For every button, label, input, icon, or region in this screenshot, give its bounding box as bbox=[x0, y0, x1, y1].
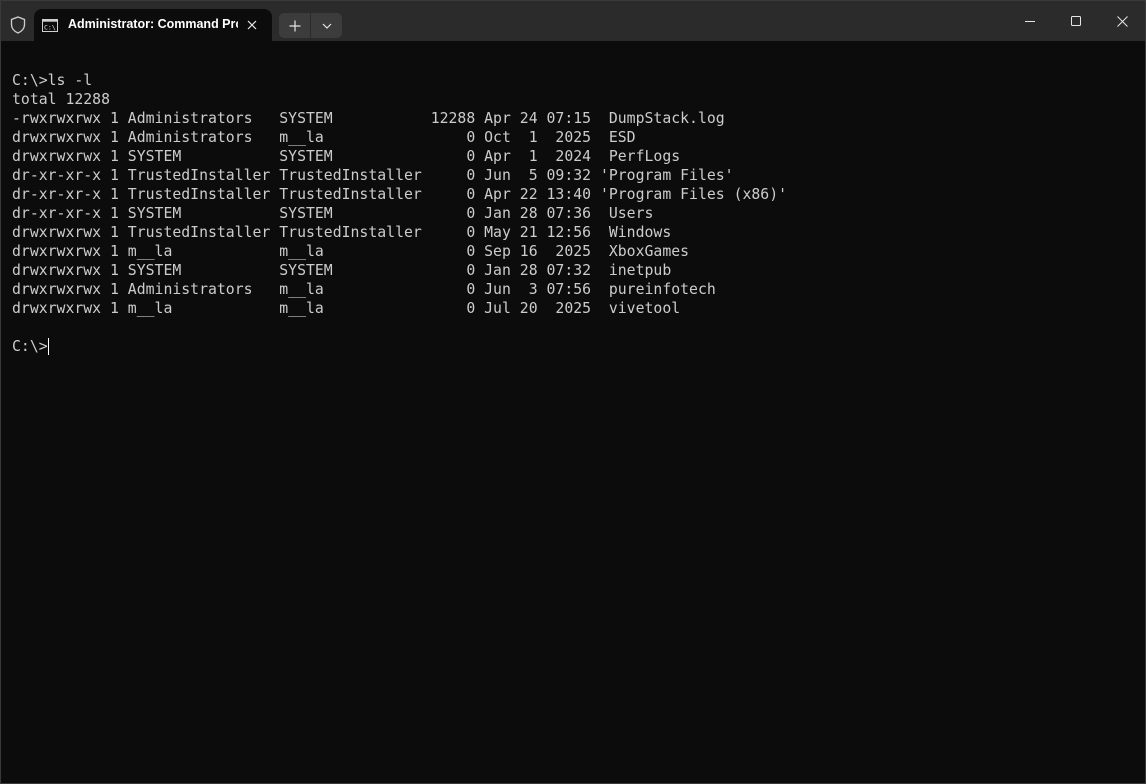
maximize-button[interactable] bbox=[1053, 1, 1099, 41]
tab-dropdown-button[interactable] bbox=[311, 13, 342, 38]
command-prompt-icon: C:\ bbox=[42, 19, 58, 32]
close-icon bbox=[247, 20, 257, 30]
terminal-line: drwxrwxrwx 1 m__la m__la 0 Sep 16 2025 X… bbox=[12, 243, 690, 260]
tab-actions bbox=[279, 13, 342, 38]
window-controls bbox=[1007, 1, 1145, 41]
plus-icon bbox=[289, 20, 300, 31]
terminal-output[interactable]: C:\>ls -l total 12288 -rwxrwxrwx 1 Admin… bbox=[12, 71, 1132, 771]
svg-text:C:\: C:\ bbox=[44, 24, 56, 32]
terminal-line: C:\>ls -l bbox=[12, 72, 93, 89]
tab-title: Administrator: Command Pro bbox=[68, 17, 238, 31]
title-bar[interactable]: C:\ Administrator: Command Pro bbox=[1, 1, 1145, 41]
terminal-line: drwxrwxrwx 1 TrustedInstaller TrustedIns… bbox=[12, 224, 672, 241]
close-tab-button[interactable] bbox=[242, 15, 262, 35]
minimize-button[interactable] bbox=[1007, 1, 1053, 41]
tab-command-prompt[interactable]: C:\ Administrator: Command Pro bbox=[34, 9, 272, 41]
terminal-line: drwxrwxrwx 1 SYSTEM SYSTEM 0 Apr 1 2024 … bbox=[12, 148, 681, 165]
terminal-line: drwxrwxrwx 1 Administrators m__la 0 Oct … bbox=[12, 129, 636, 146]
terminal-line: total 12288 bbox=[12, 91, 110, 108]
terminal-line: -rwxrwxrwx 1 Administrators SYSTEM 12288… bbox=[12, 110, 725, 127]
maximize-icon bbox=[1071, 16, 1081, 26]
prompt-text: C:\> bbox=[12, 338, 48, 355]
chevron-down-icon bbox=[322, 23, 331, 29]
terminal-line: drwxrwxrwx 1 Administrators m__la 0 Jun … bbox=[12, 281, 716, 298]
terminal-window: C:\ Administrator: Command Pro C:\>ls -l… bbox=[0, 0, 1146, 784]
terminal-line: dr-xr-xr-x 1 SYSTEM SYSTEM 0 Jan 28 07:3… bbox=[12, 205, 654, 222]
new-tab-button[interactable] bbox=[279, 13, 311, 38]
terminal-line: drwxrwxrwx 1 SYSTEM SYSTEM 0 Jan 28 07:3… bbox=[12, 262, 672, 279]
close-window-button[interactable] bbox=[1099, 1, 1145, 41]
text-cursor bbox=[47, 338, 49, 355]
terminal-line: drwxrwxrwx 1 m__la m__la 0 Jul 20 2025 v… bbox=[12, 300, 681, 317]
terminal-line: dr-xr-xr-x 1 TrustedInstaller TrustedIns… bbox=[12, 167, 734, 184]
shield-icon bbox=[8, 15, 28, 35]
minimize-icon bbox=[1025, 21, 1035, 22]
command-prompt-line[interactable]: C:\> bbox=[12, 337, 1132, 356]
close-icon bbox=[1116, 15, 1128, 27]
terminal-line: dr-xr-xr-x 1 TrustedInstaller TrustedIns… bbox=[12, 186, 788, 203]
